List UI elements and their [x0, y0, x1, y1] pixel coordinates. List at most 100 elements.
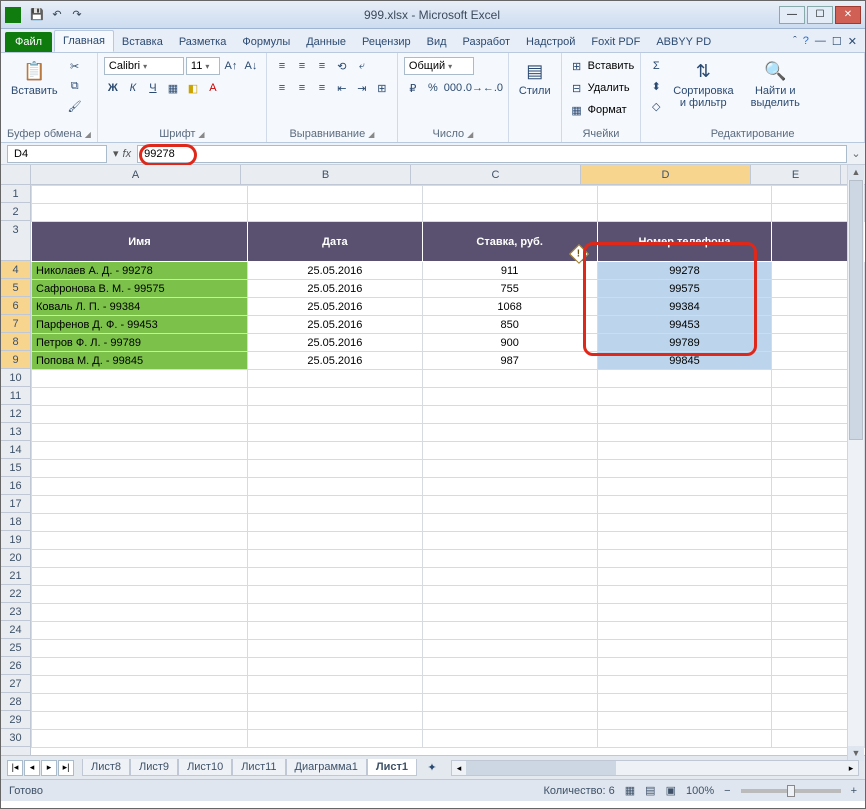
cell-rate[interactable]: 755: [422, 280, 597, 298]
decrease-indent-icon[interactable]: ⇤: [333, 79, 351, 97]
italic-icon[interactable]: К: [124, 79, 142, 97]
minimize-button[interactable]: —: [779, 6, 805, 24]
tab-layout[interactable]: Разметка: [171, 32, 235, 52]
cell[interactable]: [422, 658, 597, 676]
cell[interactable]: [422, 186, 597, 204]
name-box[interactable]: D4: [7, 145, 107, 163]
minimize-ribbon-icon[interactable]: ˆ: [793, 35, 797, 48]
cell[interactable]: [597, 460, 772, 478]
cell[interactable]: [32, 622, 248, 640]
insert-button[interactable]: ⊞Вставить: [568, 57, 635, 75]
cell-phone[interactable]: 99453: [597, 316, 772, 334]
first-sheet-icon[interactable]: |◂: [7, 760, 23, 776]
cell[interactable]: [32, 406, 248, 424]
row-header[interactable]: 20: [1, 549, 30, 567]
cell[interactable]: [422, 388, 597, 406]
cell[interactable]: [32, 424, 248, 442]
tab-data[interactable]: Данные: [298, 32, 354, 52]
cell[interactable]: [247, 622, 422, 640]
cell[interactable]: [32, 370, 248, 388]
row-header[interactable]: 23: [1, 603, 30, 621]
dec-decimal-icon[interactable]: ←.0: [484, 79, 502, 97]
increase-indent-icon[interactable]: ⇥: [353, 79, 371, 97]
cell[interactable]: [597, 370, 772, 388]
zoom-out-icon[interactable]: −: [724, 785, 730, 797]
zoom-in-icon[interactable]: +: [851, 785, 857, 797]
align-center-icon[interactable]: ≡: [293, 79, 311, 97]
zoom-slider[interactable]: [741, 789, 841, 793]
cell[interactable]: [32, 604, 248, 622]
cell[interactable]: [422, 460, 597, 478]
styles-button[interactable]: ▤ Стили: [515, 57, 555, 99]
row-header[interactable]: 10: [1, 369, 30, 387]
cell[interactable]: [32, 550, 248, 568]
row-header[interactable]: 11: [1, 387, 30, 405]
cell[interactable]: [597, 730, 772, 748]
border-icon[interactable]: ▦: [164, 79, 182, 97]
row-header[interactable]: 27: [1, 675, 30, 693]
cell[interactable]: [32, 676, 248, 694]
shrink-font-icon[interactable]: A↓: [242, 57, 260, 75]
cell[interactable]: [422, 424, 597, 442]
cell-date[interactable]: 25.05.2016: [247, 298, 422, 316]
cell[interactable]: [247, 694, 422, 712]
sort-filter-button[interactable]: ⇅ Сортировка и фильтр: [669, 57, 737, 111]
cell[interactable]: [32, 514, 248, 532]
clear-icon[interactable]: ◇: [647, 97, 665, 115]
row-header[interactable]: 9: [1, 351, 30, 369]
row-header[interactable]: 19: [1, 531, 30, 549]
cell[interactable]: [597, 640, 772, 658]
underline-icon[interactable]: Ч: [144, 79, 162, 97]
cell[interactable]: [597, 186, 772, 204]
cell[interactable]: [247, 406, 422, 424]
cell[interactable]: [247, 712, 422, 730]
row-header[interactable]: 24: [1, 621, 30, 639]
cell[interactable]: [32, 532, 248, 550]
cell[interactable]: [32, 658, 248, 676]
cell[interactable]: [247, 496, 422, 514]
cell-date[interactable]: 25.05.2016: [247, 262, 422, 280]
cell[interactable]: [247, 424, 422, 442]
cell-rate[interactable]: 850: [422, 316, 597, 334]
row-header[interactable]: 17: [1, 495, 30, 513]
cell-name[interactable]: Николаев А. Д. - 99278: [32, 262, 248, 280]
file-tab[interactable]: Файл: [5, 32, 52, 52]
cut-icon[interactable]: ✂: [66, 57, 84, 75]
row-header[interactable]: 12: [1, 405, 30, 423]
cell[interactable]: [422, 640, 597, 658]
cell[interactable]: [32, 460, 248, 478]
align-bottom-icon[interactable]: ≡: [313, 57, 331, 75]
column-header-B[interactable]: B: [241, 165, 411, 184]
row-header[interactable]: 6: [1, 297, 30, 315]
sheet-tab[interactable]: Лист9: [130, 759, 178, 776]
align-left-icon[interactable]: ≡: [273, 79, 291, 97]
format-button[interactable]: ▦Формат: [568, 101, 627, 119]
cell[interactable]: [597, 604, 772, 622]
dialog-launcher-icon[interactable]: ◢: [368, 130, 374, 139]
cell[interactable]: [32, 694, 248, 712]
vertical-scrollbar[interactable]: ▲ ▼: [847, 165, 864, 761]
tab-view[interactable]: Вид: [419, 32, 455, 52]
cell[interactable]: [422, 604, 597, 622]
sheet-tab[interactable]: Лист11: [232, 759, 285, 776]
dialog-launcher-icon[interactable]: ◢: [198, 130, 204, 139]
cell[interactable]: [247, 640, 422, 658]
bold-icon[interactable]: Ж: [104, 79, 122, 97]
fill-icon[interactable]: ⬍: [647, 77, 665, 95]
font-size-select[interactable]: 11▾: [186, 57, 220, 75]
cell[interactable]: [422, 550, 597, 568]
tab-addins[interactable]: Надстрой: [518, 32, 583, 52]
cell[interactable]: [247, 388, 422, 406]
tab-review[interactable]: Рецензир: [354, 32, 419, 52]
fx-icon[interactable]: fx: [123, 148, 132, 160]
number-format-select[interactable]: Общий▾: [404, 57, 474, 75]
row-header[interactable]: 13: [1, 423, 30, 441]
tab-formulas[interactable]: Формулы: [234, 32, 298, 52]
font-color-icon[interactable]: A: [204, 79, 222, 97]
formula-input[interactable]: 99278: [137, 145, 847, 163]
cell-rate[interactable]: 987: [422, 352, 597, 370]
currency-icon[interactable]: ₽: [404, 79, 422, 97]
align-middle-icon[interactable]: ≡: [293, 57, 311, 75]
cell-phone[interactable]: 99789: [597, 334, 772, 352]
column-header-A[interactable]: A: [31, 165, 241, 184]
